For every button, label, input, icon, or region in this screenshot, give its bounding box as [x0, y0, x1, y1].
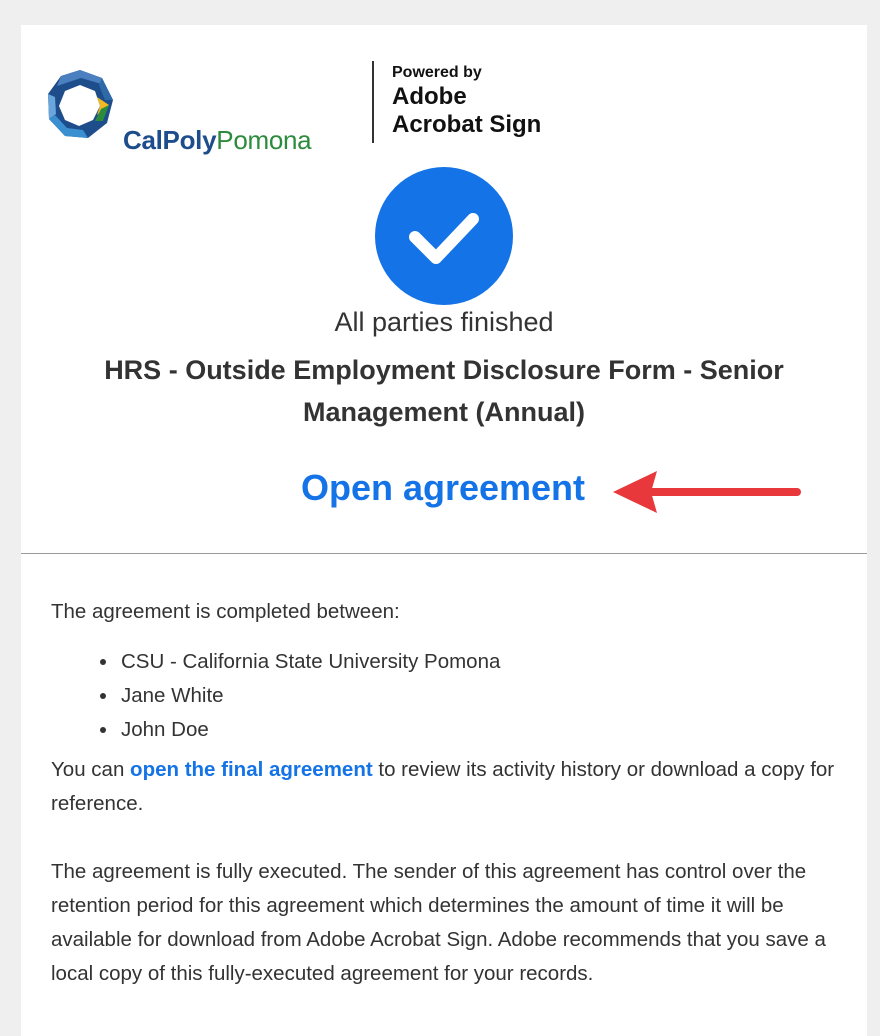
open-agreement-label: Open agreement — [300, 467, 586, 508]
cpp-wordmark: CalPolyPomona — [123, 125, 312, 156]
logo-divider — [372, 61, 374, 143]
review-paragraph: You can open the final agreement to revi… — [51, 753, 841, 821]
agreement-title: HRS - Outside Employment Disclosure Form… — [104, 355, 784, 427]
annotation-arrow-icon — [613, 471, 801, 513]
email-header: CalPolyPomona Powered by Adobe Acrobat S… — [21, 25, 867, 554]
adobe-label: Adobe — [392, 83, 467, 110]
review-prefix: You can — [51, 758, 131, 781]
email-body: The agreement is completed between: CSU … — [51, 595, 841, 991]
cpp-logo: CalPolyPomona — [43, 67, 343, 155]
adobe-sign-logo: Powered by Adobe Acrobat Sign — [392, 63, 541, 139]
parties-list: CSU - California State University Pomona… — [51, 645, 841, 747]
checkmark-icon — [409, 213, 479, 264]
party-item: CSU - California State University Pomona — [119, 645, 841, 679]
powered-by-label: Powered by — [392, 64, 482, 81]
acrobat-sign-label: Acrobat Sign — [392, 111, 542, 138]
party-item: John Doe — [119, 713, 841, 747]
party-item: Jane White — [119, 679, 841, 713]
retention-paragraph: The agreement is fully executed. The sen… — [51, 860, 826, 985]
parties-intro: The agreement is completed between: — [51, 600, 400, 623]
email-card: CalPolyPomona Powered by Adobe Acrobat S… — [21, 25, 867, 1036]
open-final-agreement-link[interactable]: open the final agreement — [130, 758, 373, 781]
cpp-octagon-icon — [48, 70, 113, 138]
cpp-wordmark-calpoly: CalPoly — [123, 125, 217, 155]
status-text: All parties finished — [334, 307, 554, 337]
status-check-badge — [375, 167, 513, 305]
cpp-wordmark-pomona: Pomona — [216, 125, 312, 155]
